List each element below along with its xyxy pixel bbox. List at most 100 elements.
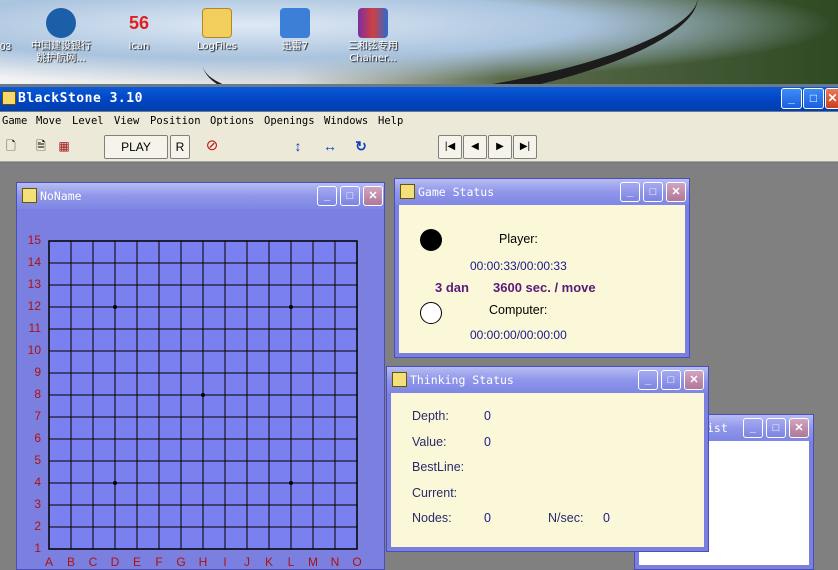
thinking-status-title-bar[interactable]: Thinking Status _ □ ✕ xyxy=(387,367,708,393)
desktop-icon-label: 中国建设银行 跳护航网... xyxy=(31,41,91,64)
r-button[interactable]: R xyxy=(170,135,190,159)
ccb-icon xyxy=(46,8,76,38)
menu-bar: Game Move Level View Position Options Op… xyxy=(0,112,838,132)
computer-time: 00:00:00/00:00:00 xyxy=(470,328,567,342)
toolbar: 🗋 🗎 ▦ PLAY R ⊘ ↕ ↔ ↻ |◀ ◀ ▶ ▶| xyxy=(0,132,838,162)
prev-move-button[interactable]: ◀ xyxy=(463,135,487,159)
board-minimize-button[interactable]: _ xyxy=(317,186,337,206)
row-label: 2 xyxy=(34,519,41,533)
column-label: C xyxy=(88,555,98,569)
depth-label: Depth: xyxy=(412,409,449,423)
app-title-bar[interactable]: BlackStone 3.10 _ □ ✕ xyxy=(0,87,838,111)
next-move-button[interactable]: ▶ xyxy=(488,135,512,159)
row-label: 14 xyxy=(27,255,41,269)
close-button[interactable]: ✕ xyxy=(825,88,838,109)
menu-openings[interactable]: Openings xyxy=(264,115,315,127)
list-close-button[interactable]: ✕ xyxy=(789,418,809,438)
game-status-window: Game Status _ □ ✕ Player: 00:00:33/00:00… xyxy=(394,178,690,358)
menu-view[interactable]: View xyxy=(114,115,139,127)
column-label: F xyxy=(155,555,163,569)
menu-windows[interactable]: Windows xyxy=(324,115,368,127)
game-status-title-bar[interactable]: Game Status _ □ ✕ xyxy=(395,179,689,205)
column-label: D xyxy=(110,555,120,569)
maximize-button[interactable]: □ xyxy=(803,88,824,109)
board-window-title: NoName xyxy=(40,189,82,203)
star-point xyxy=(113,481,117,485)
desktop-icon-chainer[interactable]: 三和弦专用 Chainer... xyxy=(328,8,418,65)
column-label: I xyxy=(223,555,227,569)
game-status-title: Game Status xyxy=(418,185,495,199)
desktop-icon-xunlei[interactable]: 迅雷7 xyxy=(250,8,340,53)
play-button[interactable]: PLAY xyxy=(104,135,168,159)
desktop-icon-logfiles[interactable]: LogFiles xyxy=(172,8,262,53)
menu-game[interactable]: Game xyxy=(2,115,27,127)
xunlei-icon xyxy=(280,8,310,38)
board-area: 15 14 13 12 11 10 9 8 7 6 5 4 3 2 1 ABCDEFGH I JKLMNO xyxy=(21,209,380,569)
game-status-icon xyxy=(400,184,415,199)
board-close-button[interactable]: ✕ xyxy=(363,186,383,206)
ican-icon: 56 xyxy=(128,13,150,33)
desktop-background: 03 中国建设银行 跳护航网... 56 ican LogFiles 迅雷7 三… xyxy=(0,0,838,84)
row-label: 1 xyxy=(34,541,41,555)
player-label: Player: xyxy=(499,232,538,246)
flip-vertical-icon[interactable]: ↕ xyxy=(290,135,306,159)
open-file-icon[interactable]: 🗎 xyxy=(32,135,50,159)
row-label: 12 xyxy=(27,299,41,313)
row-label: 3 xyxy=(34,497,41,511)
row-label: 10 xyxy=(27,343,41,357)
column-label: L xyxy=(287,555,295,569)
game-status-body: Player: 00:00:33/00:00:33 3 dan 3600 sec… xyxy=(399,205,685,353)
row-label: 15 xyxy=(27,233,41,247)
row-label: 4 xyxy=(34,475,41,489)
thinking-maximize-button[interactable]: □ xyxy=(661,370,681,390)
star-point xyxy=(201,393,205,397)
row-label: 8 xyxy=(34,387,41,401)
column-label: M xyxy=(308,555,318,569)
desktop-icon-ccb[interactable]: 中国建设银行 跳护航网... xyxy=(16,8,106,65)
menu-position[interactable]: Position xyxy=(150,115,201,127)
first-move-button[interactable]: |◀ xyxy=(438,135,462,159)
app-title: BlackStone 3.10 xyxy=(18,91,143,106)
last-move-button[interactable]: ▶| xyxy=(513,135,537,159)
board-window: NoName _ □ ✕ 15 14 13 12 11 10 9 8 7 6 5 4 3 2 1 ABCDE… xyxy=(16,182,385,570)
board-window-title-bar[interactable]: NoName _ □ ✕ xyxy=(17,183,384,209)
menu-move[interactable]: Move xyxy=(36,115,61,127)
board-maximize-button[interactable]: □ xyxy=(340,186,360,206)
thinking-minimize-button[interactable]: _ xyxy=(638,370,658,390)
row-label: 13 xyxy=(27,277,41,291)
go-board[interactable] xyxy=(21,209,382,570)
row-label: 6 xyxy=(34,431,41,445)
list-maximize-button[interactable]: □ xyxy=(766,418,786,438)
desktop-icon-ican[interactable]: 56 ican xyxy=(94,8,184,53)
row-label: 9 xyxy=(34,365,41,379)
thinking-status-icon xyxy=(392,372,407,387)
thinking-status-window: Thinking Status _ □ ✕ Depth: 0 Value: 0 … xyxy=(386,366,709,552)
column-label: B xyxy=(66,555,75,569)
value-value: 0 xyxy=(484,435,491,449)
game-status-close-button[interactable]: ✕ xyxy=(666,182,686,202)
desktop-icon-label: 三和弦专用 Chainer... xyxy=(348,41,398,64)
game-status-minimize-button[interactable]: _ xyxy=(620,182,640,202)
level-text: 3 dan xyxy=(435,280,469,295)
flip-horizontal-icon[interactable]: ↔ xyxy=(320,135,340,159)
menu-level[interactable]: Level xyxy=(72,115,104,127)
column-label: N xyxy=(330,555,340,569)
value-label: Value: xyxy=(412,435,447,449)
stop-icon[interactable]: ⊘ xyxy=(202,135,222,159)
column-label: G xyxy=(176,555,186,569)
game-status-maximize-button[interactable]: □ xyxy=(643,182,663,202)
menu-options[interactable]: Options xyxy=(210,115,254,127)
rotate-icon[interactable]: ↻ xyxy=(352,135,370,159)
board-window-icon xyxy=(22,188,37,203)
desktop-icon-label: ican xyxy=(128,41,150,52)
thinking-close-button[interactable]: ✕ xyxy=(684,370,704,390)
save-icon[interactable]: ▦ xyxy=(54,135,74,159)
list-minimize-button[interactable]: _ xyxy=(743,418,763,438)
column-label: K xyxy=(264,555,273,569)
menu-help[interactable]: Help xyxy=(378,115,403,127)
nsec-label: N/sec: xyxy=(548,511,584,525)
black-stone-icon xyxy=(420,229,442,251)
minimize-button[interactable]: _ xyxy=(781,88,802,109)
computer-label: Computer: xyxy=(489,303,548,317)
new-file-icon[interactable]: 🗋 xyxy=(2,135,20,159)
